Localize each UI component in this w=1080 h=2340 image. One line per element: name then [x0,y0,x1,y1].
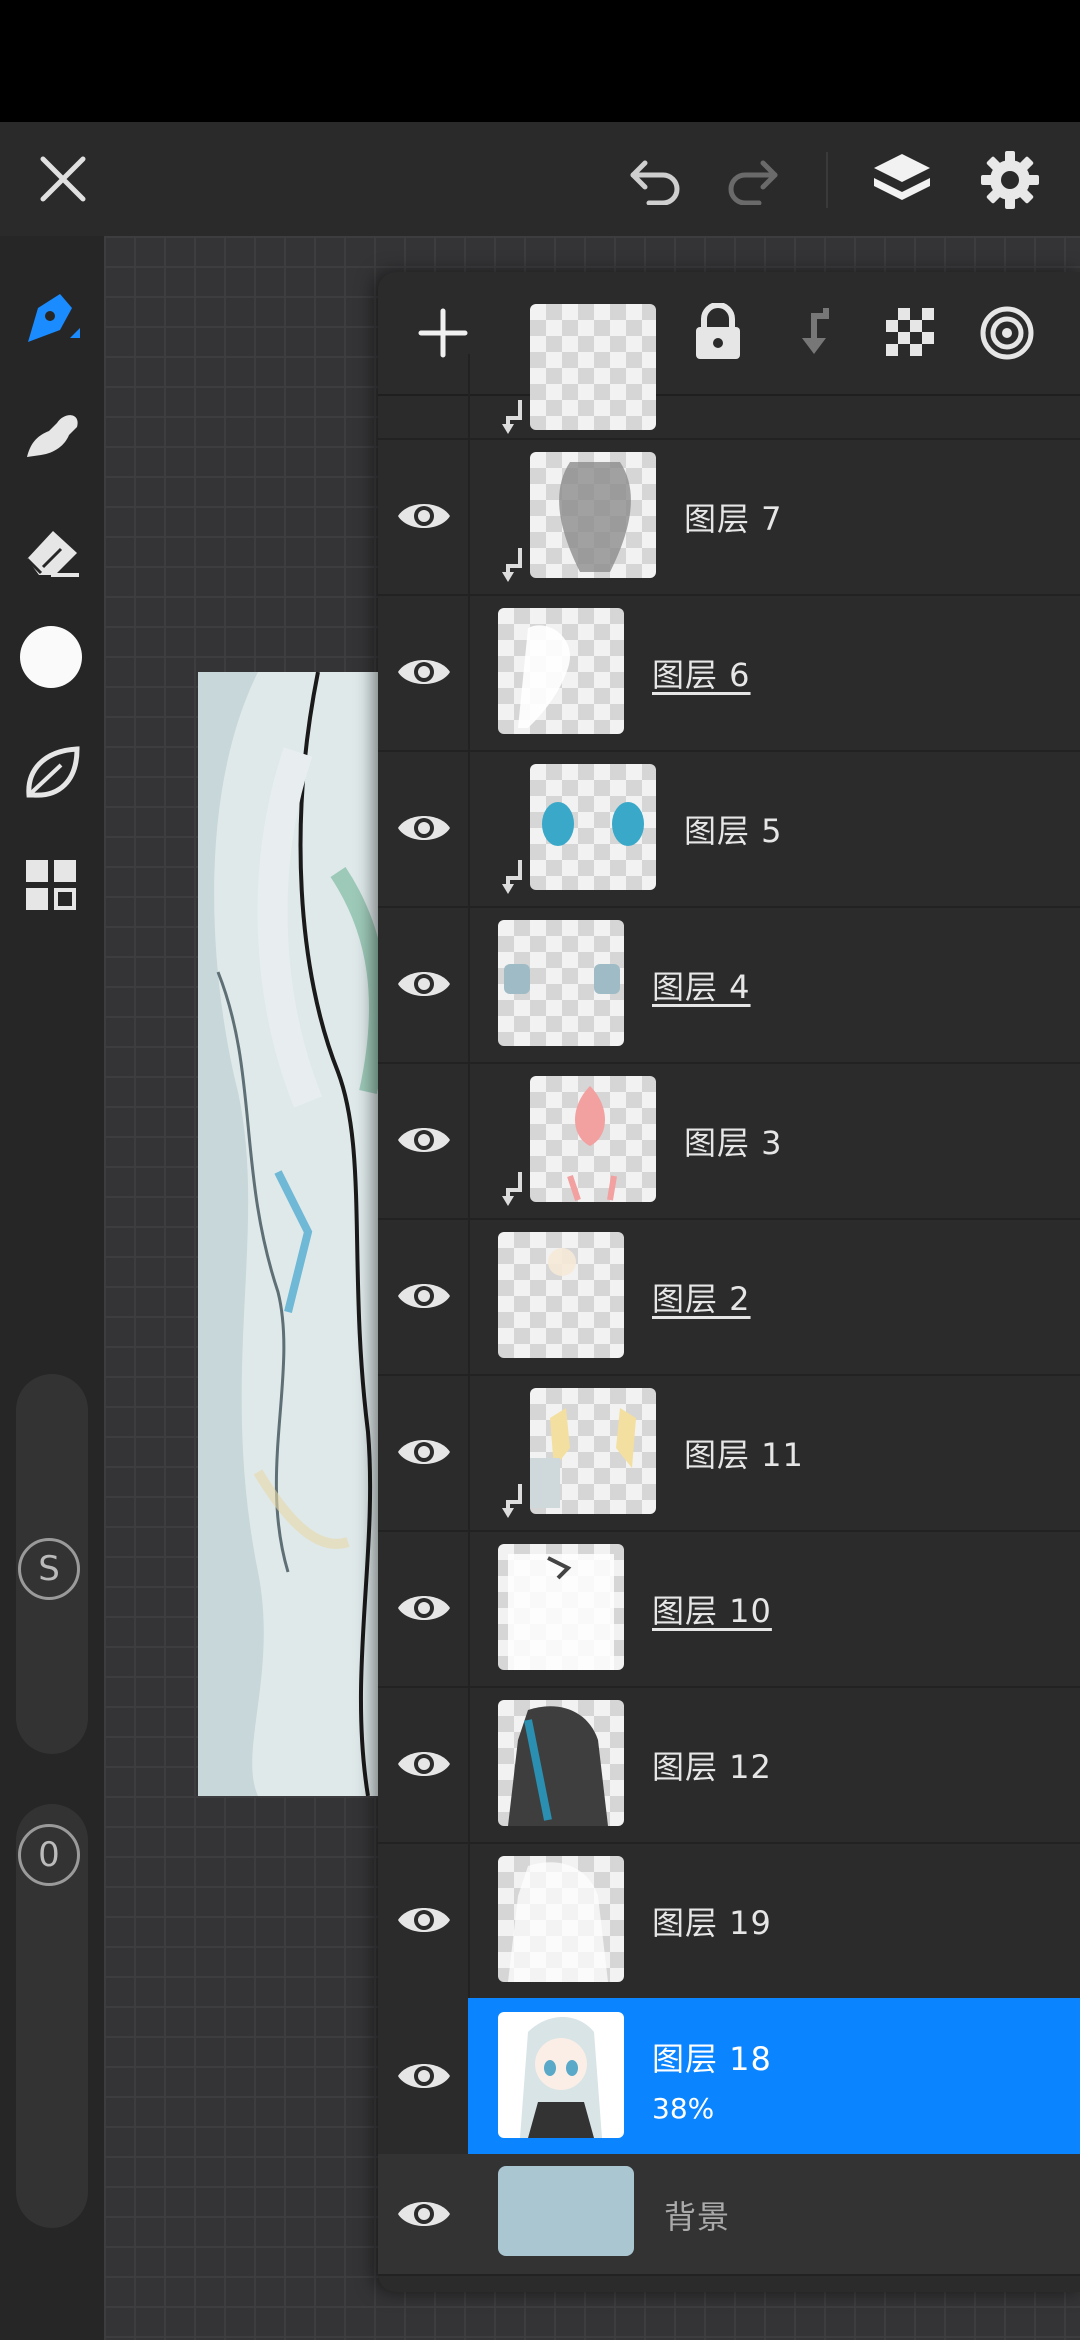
eraser-icon[interactable] [14,512,90,588]
eye-icon[interactable] [394,1578,454,1638]
layer-thumbnail [530,1388,656,1514]
eye-icon[interactable] [394,1110,454,1170]
eye-icon[interactable] [394,1266,454,1326]
layer-row-11[interactable]: 图层 11 [378,1374,1080,1532]
clip-arrow-icon [502,400,522,434]
eye-icon[interactable] [394,2046,454,2106]
layer-row-19[interactable]: 图层 19 [378,1842,1080,2000]
eye-icon[interactable] [394,1890,454,1950]
brush-icon[interactable] [14,280,90,356]
row-divider [468,438,470,594]
row-divider [468,1842,470,1998]
layer-row-12[interactable]: 图层 12 [378,1686,1080,1844]
row-divider [468,1686,470,1842]
layer-name: 图层 3 [684,1124,783,1162]
row-divider [468,750,470,906]
gear-icon[interactable] [974,144,1046,216]
layer-thumbnail [498,608,624,734]
row-divider [468,1530,470,1686]
row-divider [468,354,470,438]
clip-arrow-icon [502,1172,522,1206]
top-toolbar [0,122,1080,236]
toolbar-divider [826,152,828,208]
smudge-icon[interactable] [14,394,90,470]
artwork-preview [198,672,398,1796]
undo-icon[interactable] [620,148,690,212]
layer-thumbnail [498,920,624,1046]
layer-name: 图层 12 [652,1748,772,1786]
eye-icon[interactable] [394,1422,454,1482]
row-divider [468,1374,470,1530]
layer-thumbnail [498,1232,624,1358]
layer-thumbnail [530,452,656,578]
eye-icon[interactable] [394,954,454,1014]
background-color-swatch[interactable] [498,2166,634,2256]
layers-panel: 图层 7 图层 6 图层 5 图层 4 图层 3 图层 2 图层 11 图层 1… [378,272,1080,2292]
layer-row-background[interactable]: 背景 [378,2154,1080,2276]
left-toolbar: S 0 [0,236,104,2340]
layer-name: 背景 [664,2198,731,2236]
row-divider [468,906,470,1062]
row-divider [468,1218,470,1374]
status-bar [0,0,1080,122]
layer-row-5[interactable]: 图层 5 [378,750,1080,908]
layer-row-7[interactable]: 图层 7 [378,438,1080,596]
eye-icon[interactable] [394,486,454,546]
redo-icon[interactable] [718,148,788,212]
opacity-modifier-button[interactable]: 0 [18,1824,80,1886]
color-icon[interactable] [20,626,82,688]
layers-icon[interactable] [866,144,938,216]
clip-arrow-icon [502,548,522,582]
clip-arrow-icon [502,860,522,894]
layer-thumbnail [530,764,656,890]
layer-row-18-selected[interactable]: 图层 18 38% [378,1998,1080,2156]
eye-icon[interactable] [394,642,454,702]
layer-thumbnail [498,2012,624,2138]
layer-thumbnail [498,1700,624,1826]
size-modifier-button[interactable]: S [18,1538,80,1600]
leaf-icon[interactable] [14,734,90,810]
layer-opacity: 38% [652,2092,715,2125]
layer-name: 图层 10 [652,1592,772,1630]
eye-icon[interactable] [394,1734,454,1794]
layer-row-3[interactable]: 图层 3 [378,1062,1080,1220]
layer-row-10[interactable]: 图层 10 [378,1530,1080,1688]
clip-arrow-icon [502,1484,522,1518]
layer-thumbnail [530,304,656,430]
layer-name: 图层 19 [652,1904,772,1942]
row-divider [468,1062,470,1218]
grid-icon[interactable] [14,848,90,924]
layer-thumbnail [498,1856,624,1982]
layer-row-4[interactable]: 图层 4 [378,906,1080,1064]
close-icon[interactable] [30,146,96,212]
layer-thumbnail [530,1076,656,1202]
layer-row-6[interactable]: 图层 6 [378,594,1080,752]
layer-name: 图层 4 [652,968,751,1006]
layer-row-2[interactable]: 图层 2 [378,1218,1080,1376]
layer-name: 图层 5 [684,812,783,850]
layer-name: 图层 6 [652,656,751,694]
eye-icon[interactable] [394,2184,454,2244]
layer-name: 图层 7 [684,500,783,538]
layer-row-partial[interactable] [378,304,1080,440]
layer-name: 图层 2 [652,1280,751,1318]
layer-name: 图层 18 [652,2040,772,2078]
row-divider [468,594,470,750]
layer-thumbnail [498,1544,624,1670]
eye-icon[interactable] [394,798,454,858]
layer-name: 图层 11 [684,1436,804,1474]
